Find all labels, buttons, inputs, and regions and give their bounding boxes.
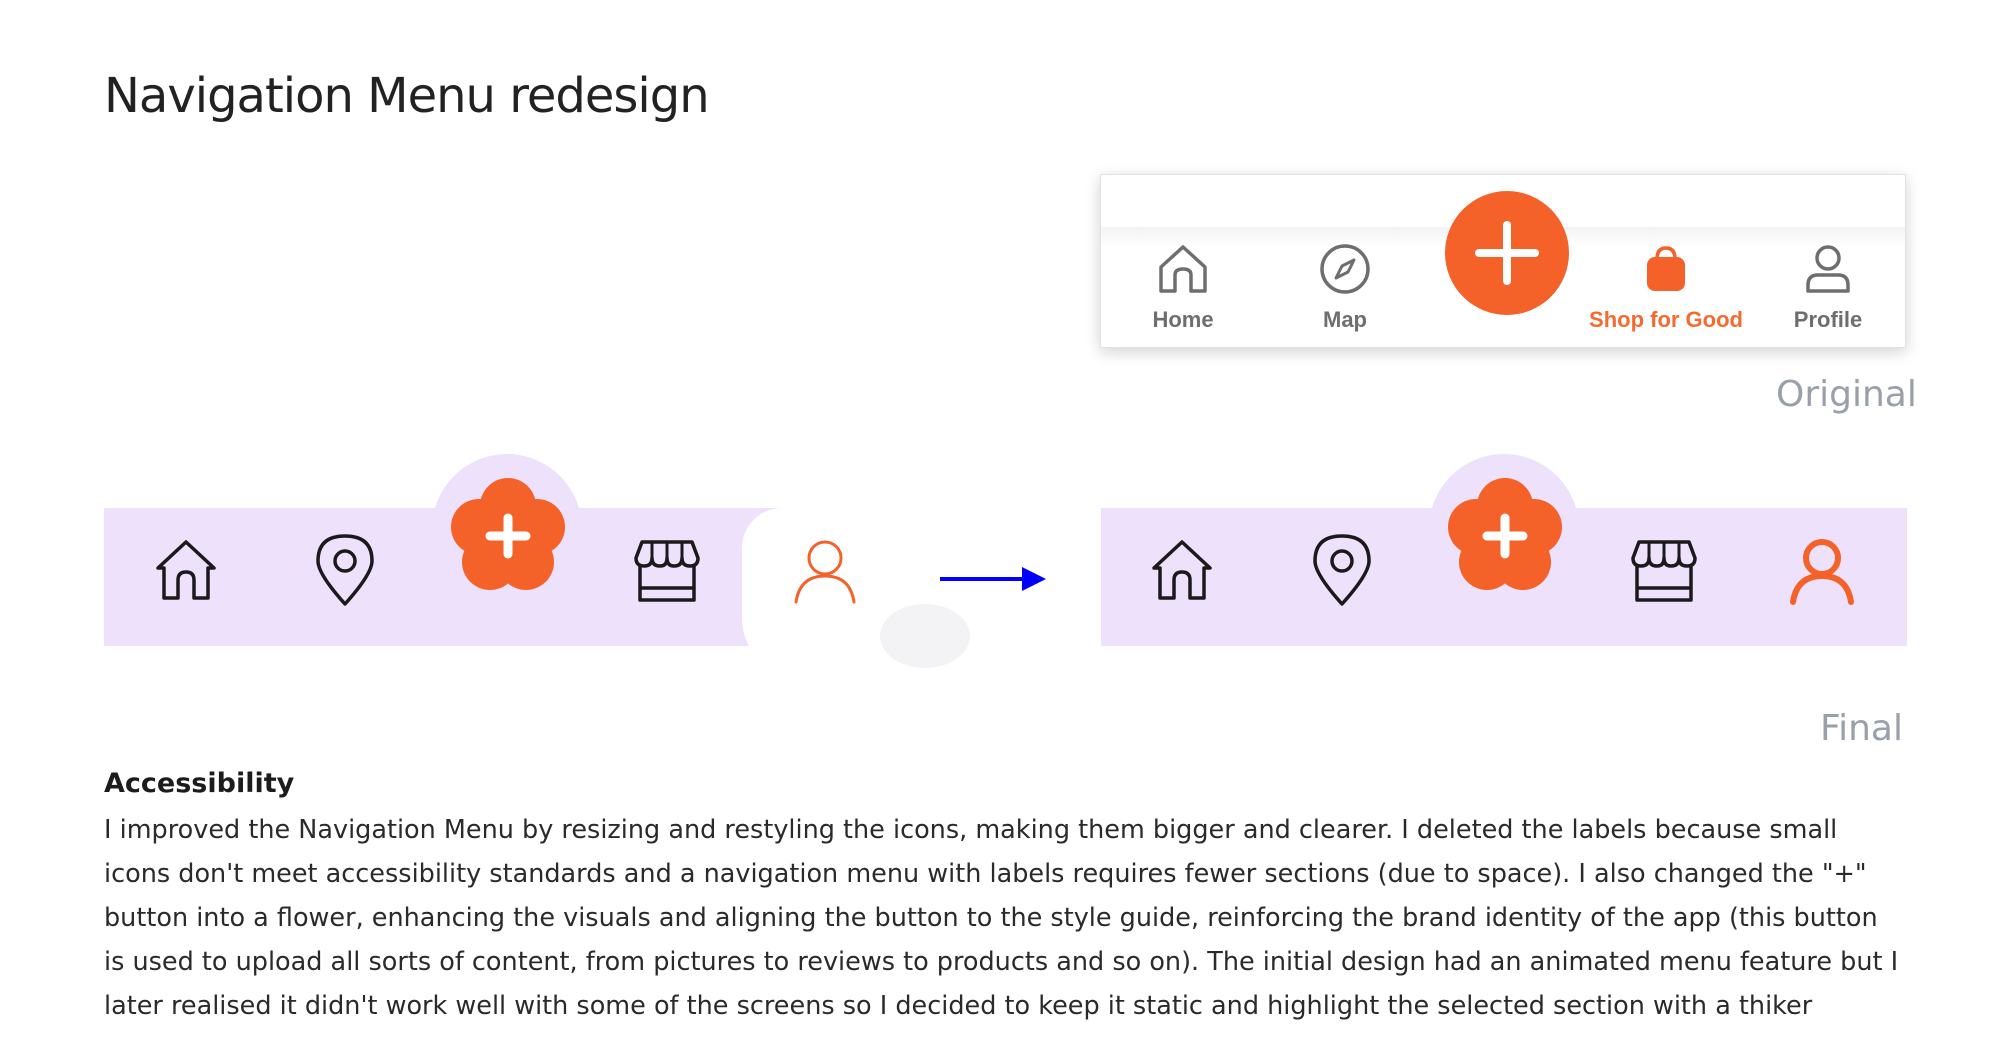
home-icon[interactable] [152, 536, 220, 604]
home-icon [1159, 245, 1207, 293]
home-icon[interactable] [1148, 536, 1216, 604]
nav-item-map[interactable]: Map [1265, 241, 1425, 333]
section-heading: Accessibility [104, 768, 295, 799]
nav-item-shop-for-good[interactable]: Shop for Good [1586, 241, 1746, 333]
nav-label-map: Map [1323, 307, 1367, 332]
profile-icon[interactable] [1787, 536, 1857, 606]
nav-label-home: Home [1152, 307, 1214, 332]
shopping-bag-icon [1647, 246, 1685, 291]
location-pin-icon[interactable] [1307, 532, 1377, 608]
nav-label-profile: Profile [1793, 307, 1863, 332]
profile-icon[interactable] [790, 536, 860, 606]
original-nav-bar: Home Map Shop for Good Profile [1100, 174, 1906, 348]
plus-icon [1475, 221, 1539, 285]
store-icon[interactable] [1629, 538, 1699, 604]
nav-label-shop-for-good: Shop for Good [1589, 307, 1743, 332]
caption-final: Final [1820, 708, 1903, 749]
page-title: Navigation Menu redesign [104, 68, 710, 124]
flower-plus-icon[interactable] [1443, 474, 1567, 598]
profile-icon [1806, 245, 1850, 293]
page: Navigation Menu redesign Home Map Shop f… [0, 0, 2000, 1037]
caption-original: Original [1776, 374, 1917, 415]
compass-icon [1320, 244, 1370, 294]
location-pin-icon[interactable] [310, 532, 380, 608]
add-button[interactable] [1445, 191, 1569, 315]
nav-item-home[interactable]: Home [1103, 241, 1263, 333]
store-icon[interactable] [632, 538, 702, 604]
arrow-icon [940, 567, 1046, 591]
body-text: I improved the Navigation Menu by resizi… [104, 815, 1899, 1037]
selection-blob [880, 604, 970, 668]
nav-item-profile[interactable]: Profile [1748, 241, 1908, 333]
flower-plus-icon[interactable] [446, 474, 570, 598]
